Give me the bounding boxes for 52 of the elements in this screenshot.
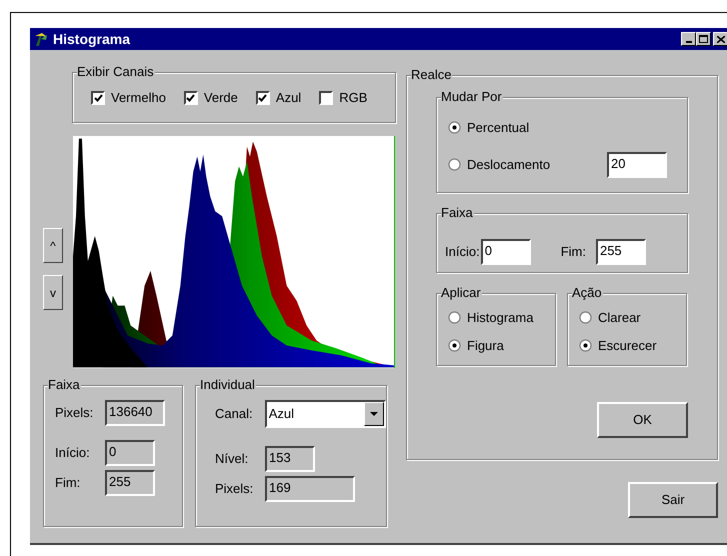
checkbox-label: Verde (204, 88, 238, 107)
group-label: Aplicar (441, 285, 482, 301)
checkbox[interactable] (91, 90, 105, 104)
text-field[interactable]: 255 (596, 239, 646, 265)
text-field[interactable]: 255 (105, 470, 155, 496)
radio-label: Percentual (467, 119, 530, 137)
field-label: Início: (55, 444, 91, 462)
field-label: Início: (445, 243, 480, 262)
radio-button[interactable] (448, 121, 461, 134)
field-label: Nível: (215, 450, 250, 468)
app-icon (33, 31, 49, 47)
checkbox[interactable] (319, 90, 334, 104)
window-title: Histograma (53, 30, 130, 49)
step-button[interactable]: ^ (43, 228, 63, 263)
text-field[interactable]: 136640 (105, 400, 165, 426)
field-label: Pixels: (55, 404, 94, 422)
text-field[interactable]: 169 (265, 476, 355, 502)
radio-label: Figura (467, 336, 504, 355)
minimize-button[interactable] (681, 32, 696, 46)
radio-label: Escurecer (598, 336, 657, 354)
canal-dropdown[interactable]: Azul (264, 400, 386, 428)
exit-button[interactable]: Sair (628, 482, 718, 518)
caret-icon (370, 412, 378, 416)
text-field[interactable]: 0 (480, 239, 531, 265)
checkbox-label: Azul (276, 88, 302, 107)
checkbox-label: Vermelho (111, 88, 166, 107)
field-label: Fim: (55, 474, 82, 492)
ok-button[interactable]: OK (597, 402, 688, 438)
dropdown-value: Azul (268, 405, 295, 424)
step-button[interactable]: v (43, 275, 63, 310)
close-icon (716, 36, 724, 42)
text-field[interactable]: 20 (607, 152, 667, 178)
field-label: Fim: (560, 243, 586, 262)
checkbox[interactable] (184, 90, 198, 104)
maximize-button[interactable] (696, 32, 711, 46)
text-field[interactable]: 153 (265, 446, 315, 472)
text-field[interactable]: 0 (105, 440, 155, 466)
radio-button[interactable] (579, 338, 592, 352)
radio-button[interactable] (579, 311, 592, 324)
radio-label: Histograma (467, 309, 534, 327)
group-label: Ação (572, 285, 603, 301)
field-label: Pixels: (215, 480, 254, 498)
field-label: Canal: (215, 405, 254, 424)
radio-label: Deslocamento (467, 156, 550, 174)
radio-label: Clarear (598, 309, 641, 327)
close-button[interactable] (713, 32, 727, 46)
dropdown-arrow-button[interactable] (364, 402, 384, 426)
checkbox-label: RGB (339, 88, 368, 107)
radio-button[interactable] (448, 311, 461, 324)
radio-button[interactable] (448, 158, 461, 171)
radio-button[interactable] (448, 338, 461, 352)
checkbox[interactable] (256, 90, 270, 104)
